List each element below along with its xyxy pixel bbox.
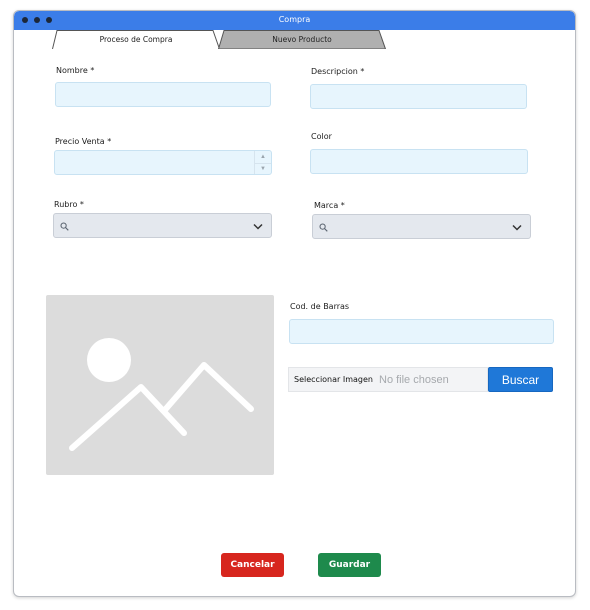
rubro-select[interactable] <box>53 213 272 238</box>
tab-nuevo-producto[interactable]: Nuevo Producto <box>218 30 386 49</box>
search-icon <box>319 223 328 232</box>
tab-label: Nuevo Producto <box>272 35 332 44</box>
tab-proceso-de-compra[interactable]: Proceso de Compra <box>52 30 220 49</box>
chevron-down-icon <box>512 224 522 231</box>
search-icon <box>60 222 69 231</box>
color-input[interactable] <box>310 149 528 174</box>
cod-barras-input[interactable] <box>289 319 554 344</box>
color-label: Color <box>311 132 332 141</box>
window-title: Compra <box>278 15 311 24</box>
spin-down-icon[interactable]: ▼ <box>255 162 271 175</box>
marca-label: Marca * <box>314 201 345 210</box>
chevron-down-icon <box>253 223 263 230</box>
save-button[interactable]: Guardar <box>318 553 381 577</box>
image-file-input[interactable]: Seleccionar Imagen No file chosen <box>288 367 488 392</box>
choose-image-button[interactable]: Seleccionar Imagen <box>289 375 373 384</box>
precio-venta-input[interactable]: ▲ ▼ <box>54 150 272 175</box>
marca-select[interactable] <box>312 214 531 239</box>
descripcion-label: Descripcion * <box>311 67 365 76</box>
descripcion-input[interactable] <box>310 84 527 109</box>
file-status: No file chosen <box>379 373 449 386</box>
image-preview <box>46 295 274 475</box>
cod-barras-label: Cod. de Barras <box>290 302 350 311</box>
nombre-input[interactable] <box>55 82 271 107</box>
title-bar: Compra <box>14 11 575 30</box>
purchase-window: Compra Proceso de Compra Nuevo Producto … <box>13 10 576 597</box>
nombre-label: Nombre * <box>56 66 95 75</box>
image-placeholder-icon <box>69 338 254 451</box>
rubro-label: Rubro * <box>54 200 84 209</box>
precio-venta-label: Precio Venta * <box>55 137 112 146</box>
tab-label: Proceso de Compra <box>99 35 173 44</box>
number-spinner: ▲ ▼ <box>254 151 271 174</box>
spin-up-icon[interactable]: ▲ <box>255 151 271 163</box>
cancel-button[interactable]: Cancelar <box>221 553 284 577</box>
buscar-button[interactable]: Buscar <box>488 367 553 392</box>
